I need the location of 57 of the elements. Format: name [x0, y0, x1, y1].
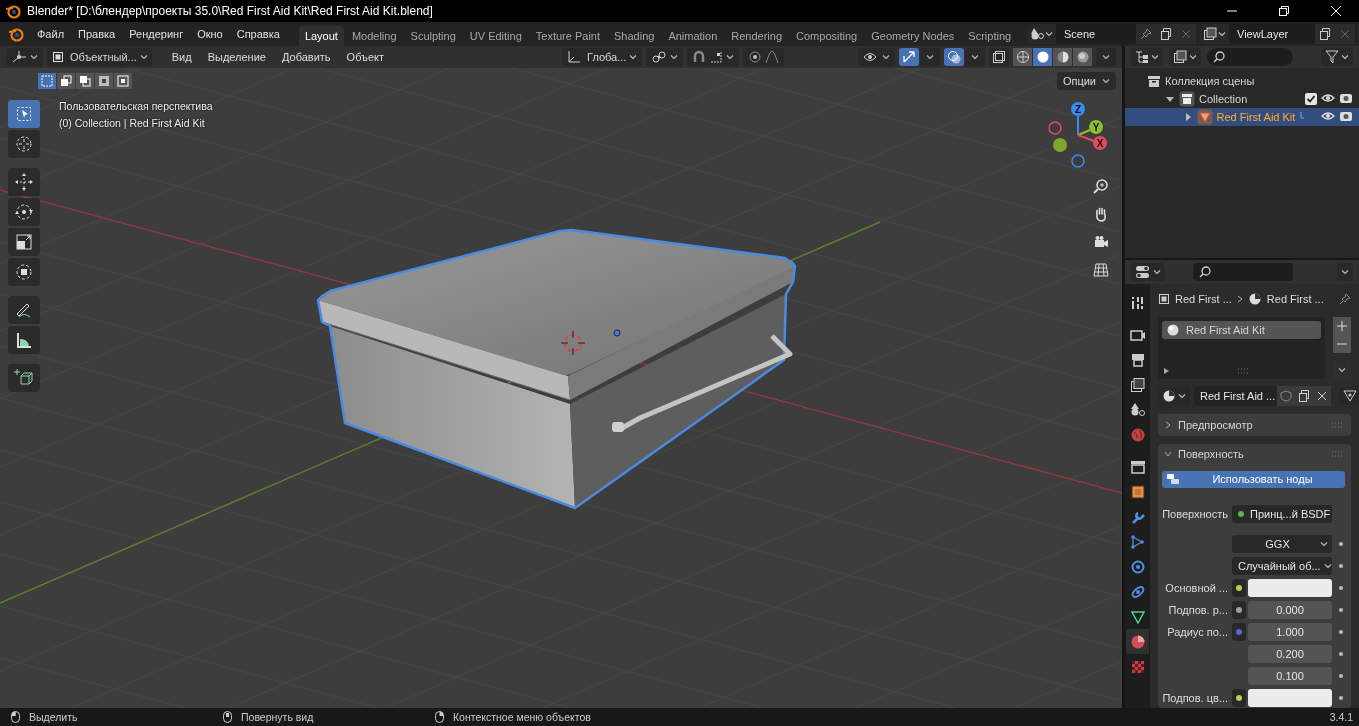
- workspace-tab[interactable]: Compositing: [790, 26, 864, 46]
- workspace-tab[interactable]: Sculpting: [404, 26, 462, 46]
- window-title: Blender* [D:\блендер\проекты 35.0\Red First Aid Kit\Red First Aid Kit.blend]: [27, 4, 433, 18]
- y-axis-handle[interactable]: Y: [1077, 120, 1103, 136]
- workspace-tab[interactable]: Shading: [608, 26, 661, 46]
- menu-item[interactable]: Рендеринг: [122, 24, 191, 44]
- menu-item[interactable]: Вид: [165, 51, 198, 63]
- dropdown[interactable]: Случайный об...: [1232, 557, 1332, 575]
- x-axis-handle[interactable]: X: [1077, 134, 1107, 150]
- workspace-tab[interactable]: Texture Paint: [529, 26, 606, 46]
- menu-item[interactable]: Правка: [71, 24, 123, 44]
- mode-dropdown[interactable]: Объектный...: [47, 48, 152, 66]
- workspace-tab[interactable]: Modeling: [345, 26, 403, 46]
- field-label: Поверхность: [1162, 508, 1229, 520]
- outliner-item-label: Red First Aid Kit: [1216, 111, 1296, 123]
- panel-header[interactable]: Предпросмотр: [1158, 414, 1351, 436]
- field-label: Основной ...: [1164, 582, 1229, 594]
- status-hint: Выделить: [29, 711, 78, 723]
- outliner-row[interactable]: Red First Aid Kit: [1125, 108, 1359, 126]
- workspace-tab[interactable]: Geometry Nodes: [865, 26, 961, 46]
- viewport-info-text: (0) Collection | Red First Aid Kit: [59, 117, 206, 129]
- field-label: Подпов. цв...: [1162, 692, 1229, 704]
- field-label: Подпов. р...: [1167, 604, 1229, 616]
- menu-item[interactable]: Объект: [340, 51, 391, 63]
- breadcrumb-item[interactable]: Red First ...: [1266, 292, 1324, 305]
- outliner-row[interactable]: Коллекция сцены: [1125, 72, 1359, 90]
- panel-header[interactable]: Поверхность: [1158, 443, 1351, 465]
- menu-item[interactable]: Окно: [190, 24, 230, 44]
- number-field[interactable]: 0.000: [1248, 601, 1332, 619]
- workspace-tab[interactable]: UV Editing: [463, 26, 528, 46]
- shader-socket-field[interactable]: Принц...й BSDF: [1232, 505, 1332, 523]
- breadcrumb-item[interactable]: Red First ...: [1175, 292, 1232, 305]
- use-nodes-button[interactable]: Использовать ноды: [1162, 471, 1345, 488]
- outliner-item-label: Collection: [1199, 93, 1249, 105]
- dropdown[interactable]: GGX: [1232, 535, 1332, 553]
- menu-item[interactable]: Файл: [30, 24, 72, 44]
- number-field[interactable]: 1.000: [1248, 623, 1332, 641]
- outliner-item-label: Коллекция сцены: [1165, 75, 1256, 87]
- status-hint: Контекстное меню объектов: [453, 711, 591, 723]
- number-field[interactable]: 0.200: [1248, 645, 1332, 663]
- field-label: Радиус по...: [1166, 626, 1229, 638]
- workspace-tab[interactable]: Animation: [662, 26, 724, 46]
- version-label: 3.4.1: [1329, 711, 1353, 723]
- z-axis-handle[interactable]: Z: [1071, 102, 1085, 136]
- viewport-info-text: Пользовательская перспектива: [59, 100, 213, 112]
- number-field[interactable]: 0.100: [1248, 667, 1332, 685]
- workspace-tab[interactable]: Layout: [298, 26, 344, 46]
- status-hint: Повернуть вид: [241, 711, 314, 723]
- menu-item[interactable]: Выделение: [201, 51, 272, 63]
- options-dropdown[interactable]: Опции: [1056, 72, 1116, 90]
- menu-item[interactable]: Справка: [229, 24, 287, 44]
- menu-item[interactable]: Добавить: [275, 51, 337, 63]
- workspace-tab[interactable]: Rendering: [725, 26, 789, 46]
- orientation-dropdown[interactable]: Глоба...: [562, 48, 643, 66]
- workspace-tab[interactable]: Scripting: [962, 26, 1018, 46]
- outliner-row[interactable]: Collection: [1125, 90, 1359, 108]
- material-slot[interactable]: Red First Aid Kit: [1162, 321, 1321, 340]
